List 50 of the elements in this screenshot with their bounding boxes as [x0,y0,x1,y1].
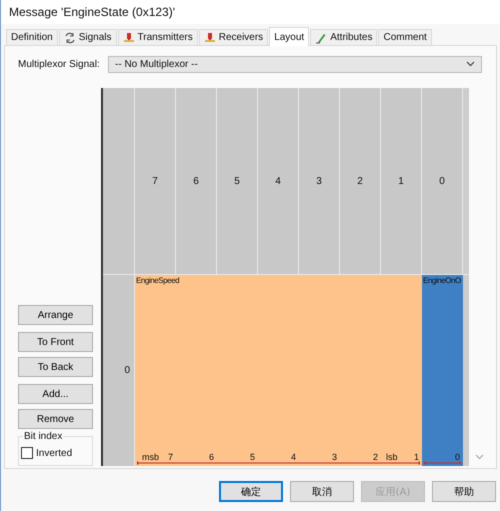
scroll-down-icon[interactable] [474,454,484,460]
bit-number: 7 [168,452,173,462]
connector-icon [122,32,135,44]
tab[interactable]: Attributes [310,29,378,45]
button[interactable]: Add... [18,384,93,404]
button[interactable]: 取消 [290,481,354,502]
bit-number: 6 [208,452,214,462]
signal-block[interactable]: EngineSpeed msb 7 6 5 4 3 2 lsb 1 [135,275,422,466]
button[interactable]: Arrange [18,305,93,325]
msb-label: msb [141,452,160,462]
bit-range-arrow [424,461,461,465]
tab[interactable]: Layout [269,27,310,46]
field-label: Multiplexor Signal: [17,58,101,70]
column-header: 3 [299,88,339,274]
column-header: 0 [422,88,462,274]
column-header: 2 [340,88,380,274]
tab[interactable]: Receivers [198,29,268,45]
lsb-label: lsb [385,452,398,462]
column-header: 1 [381,88,421,274]
column-header: 6 [176,88,216,274]
window-title: Message 'EngineState (0x123)' [9,5,176,19]
column-header: 7 [135,88,175,274]
bit-number: 0 [454,452,460,462]
button[interactable]: 确定 [219,481,283,502]
multiplexor-dropdown[interactable]: -- No Multiplexor -- [108,56,482,72]
connector-icon [204,32,216,44]
signal-block[interactable]: EngineOnO 0 [422,275,463,466]
button[interactable]: 帮助 [432,481,496,502]
bit-number: 5 [250,452,255,462]
group-title: Bit index [23,431,64,442]
column-header: 4 [258,88,298,274]
tab[interactable]: Definition [6,29,58,45]
column-header: 5 [217,88,257,274]
tab[interactable]: Signals [58,29,117,45]
bit-number: 1 [414,452,419,462]
tab[interactable]: Transmitters [118,29,198,45]
bit-number: 4 [290,452,296,462]
row-header: 0 [103,275,134,466]
pencil-icon [315,32,328,44]
button[interactable]: To Back [18,357,93,377]
cycle-arrows-icon [64,32,76,44]
signal-name: EngineSpeed [135,275,180,285]
checkbox[interactable]: Inverted [21,447,90,459]
button[interactable]: To Front [18,332,93,352]
bit-number: 2 [372,452,378,462]
signal-name: EngineOnO [422,275,462,285]
button[interactable]: Remove [18,409,93,429]
bit-number: 3 [332,452,337,462]
caret-icon [466,61,475,67]
tab[interactable]: Comment [378,29,432,45]
